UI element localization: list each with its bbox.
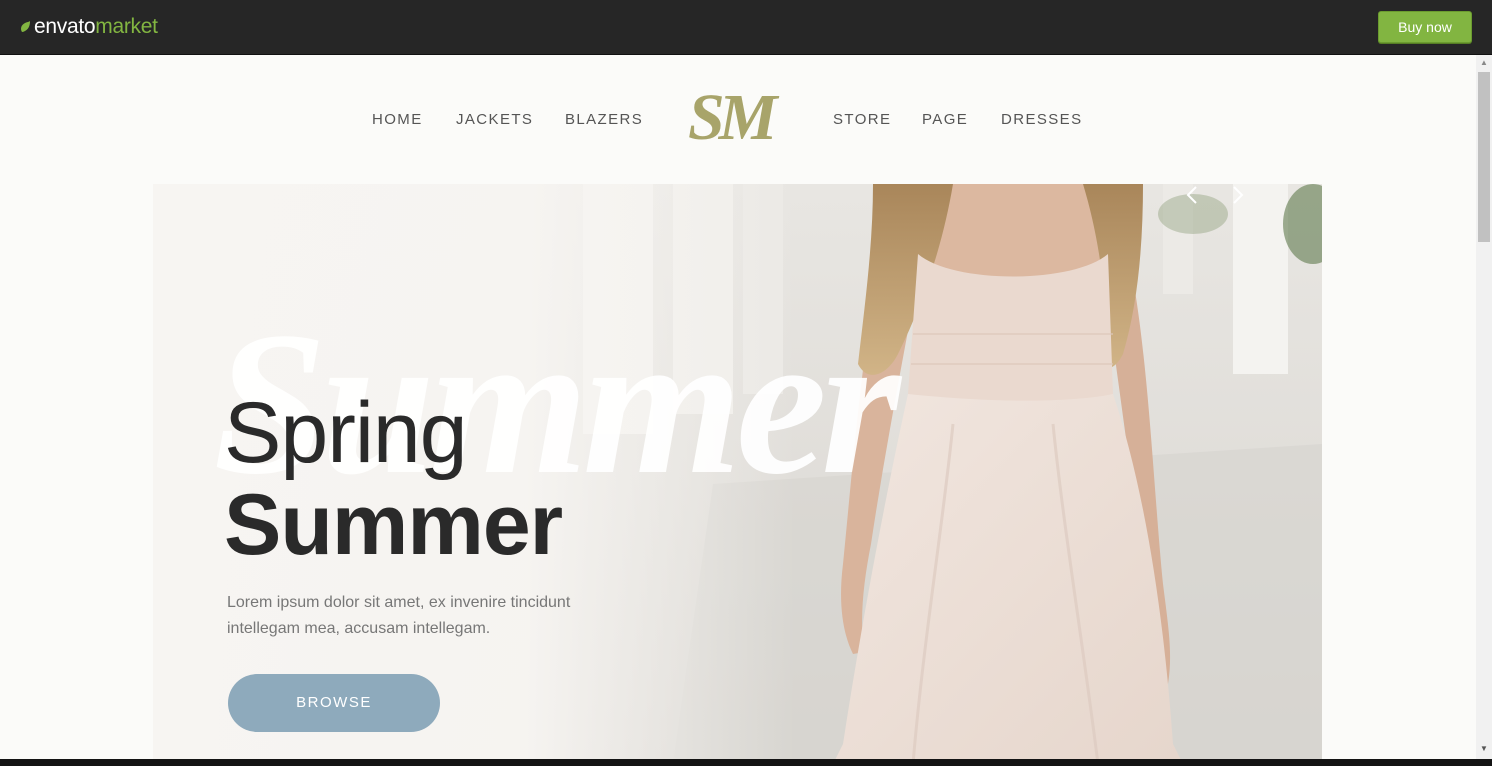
envato-market-logo[interactable]: envato market bbox=[19, 14, 158, 40]
brand-market: market bbox=[95, 15, 158, 38]
scrollbar-thumb[interactable] bbox=[1478, 72, 1490, 242]
nav-item-home[interactable]: HOME bbox=[372, 111, 423, 129]
hero-description: Lorem ipsum dolor sit amet, ex invenire … bbox=[227, 594, 571, 637]
nav-item-jackets[interactable]: JACKETS bbox=[456, 111, 533, 129]
brand-envato: envato bbox=[34, 15, 96, 38]
leaf-icon bbox=[21, 21, 30, 32]
theme-preview-page: HOME JACKETS BLAZERS SM STORE PAGE DRESS… bbox=[0, 55, 1476, 759]
hero-slider: Summer Spring Summer Lorem ipsum dolor s… bbox=[153, 184, 1322, 759]
nav-item-page[interactable]: PAGE bbox=[922, 111, 968, 129]
buy-now-button[interactable]: Buy now bbox=[1378, 11, 1472, 43]
nav-item-dresses[interactable]: DRESSES bbox=[1001, 111, 1083, 129]
scroll-down-arrow-icon[interactable]: ▼ bbox=[1478, 743, 1490, 755]
browse-button[interactable]: BROWSE bbox=[228, 674, 440, 732]
envato-top-bar: envato market Buy now bbox=[0, 0, 1492, 55]
hero-title-line1: Spring bbox=[224, 385, 468, 481]
nav-item-blazers[interactable]: BLAZERS bbox=[565, 111, 643, 129]
chevron-right-icon[interactable] bbox=[1226, 184, 1248, 206]
site-logo[interactable]: SM bbox=[688, 83, 793, 153]
chevron-left-icon[interactable] bbox=[1182, 184, 1204, 206]
hero-title-line2: Summer bbox=[224, 477, 563, 573]
nav-item-store[interactable]: STORE bbox=[833, 111, 891, 129]
window-bottom-edge bbox=[0, 759, 1492, 766]
scroll-up-arrow-icon[interactable]: ▲ bbox=[1478, 57, 1490, 69]
site-logo-text: SM bbox=[688, 81, 777, 154]
